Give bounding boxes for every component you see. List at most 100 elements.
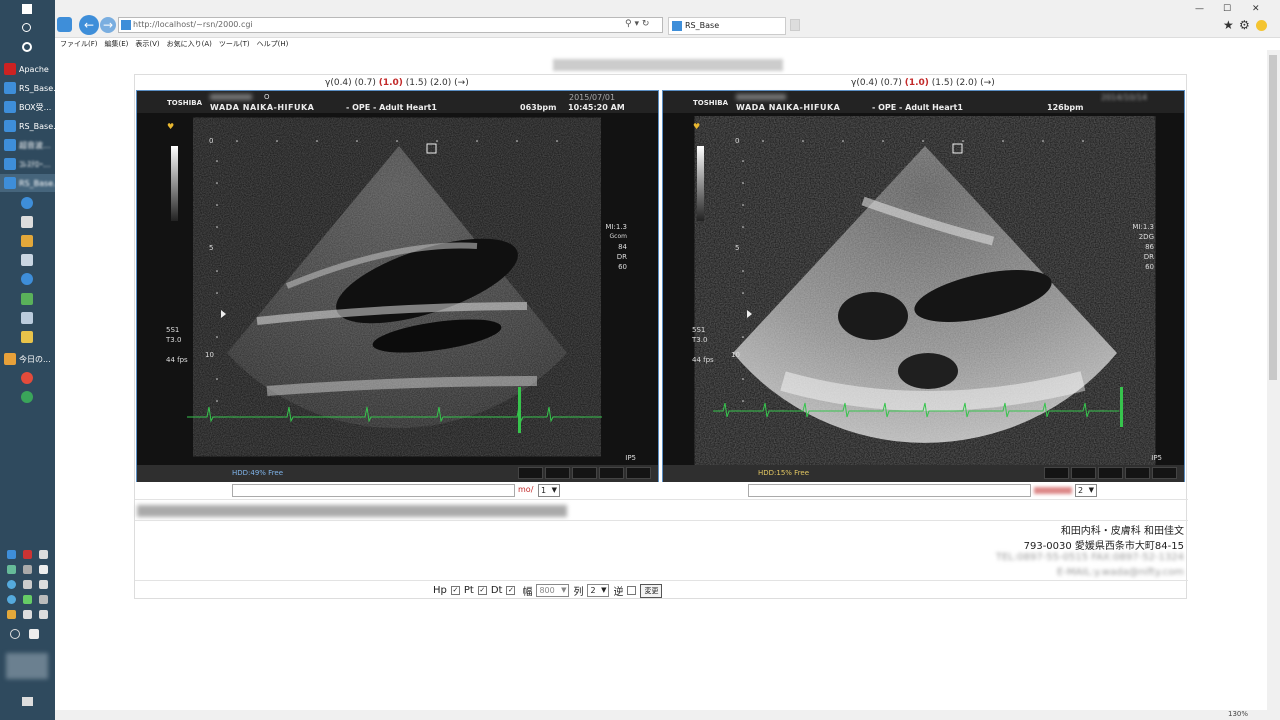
tray-app2-icon[interactable] [7, 565, 16, 574]
taskbar-button-ultrasound[interactable]: 超音波... [0, 136, 55, 154]
gear-icon[interactable]: ⚙ [1239, 18, 1250, 32]
ie-pinned-icon[interactable] [21, 197, 33, 209]
tray-app6-icon[interactable] [23, 580, 32, 589]
search-icon[interactable] [22, 23, 31, 32]
mode-label: - OPE - Adult Heart1 [872, 103, 963, 112]
menu-view[interactable]: 表示(V) [135, 39, 159, 49]
gamma-active[interactable]: (1.0) [379, 78, 403, 88]
menu-help[interactable]: ヘルプ(H) [257, 39, 289, 49]
frame-select-2[interactable]: 2 ▼ [1075, 484, 1097, 497]
tray-app11-icon[interactable] [7, 610, 16, 619]
change-button[interactable]: 変更 [640, 583, 663, 598]
address-bar[interactable]: http://localhost/~rsn/2000.cgi [118, 17, 663, 33]
display-controls: Hp ✓ Pt ✓ Dt ✓ 幅 800 ▼ 列 2 ▼ 逆 変更 [433, 583, 663, 598]
chrome-pinned-icon[interactable] [21, 372, 33, 384]
minimize-button[interactable]: — [1195, 4, 1204, 14]
excel-pinned-icon[interactable] [21, 293, 33, 305]
taskbar-button-rsbase-2[interactable]: RS_Base... [0, 117, 55, 135]
start-icon[interactable] [22, 4, 32, 14]
depth-label-0: 0 [209, 137, 214, 145]
page-content: γ(0.4) (0.7) (1.0) (1.5) (2.0) (→) TOSHI… [55, 50, 1267, 710]
echo-image-2[interactable]: TOSHIBA WADA NAIKA-HIFUKA - OPE - Adult … [662, 90, 1185, 482]
maximize-button[interactable]: ☐ [1223, 4, 1231, 14]
gamma-options[interactable]: (1.5) (2.0) (→) [929, 78, 995, 88]
echo-image-1[interactable]: TOSHIBA O WADA NAIKA-HIFUKA - OPE - Adul… [136, 90, 659, 482]
scrollbar-thumb[interactable] [1269, 55, 1277, 380]
gamma-options[interactable]: γ(0.4) (0.7) [851, 78, 905, 88]
time-label: 10:45:20 AM [568, 103, 625, 112]
update-pinned-icon[interactable] [21, 273, 33, 285]
comment-input-1[interactable] [232, 484, 515, 497]
chrome2-pinned-icon[interactable] [21, 391, 33, 403]
notification-icon[interactable] [22, 697, 33, 706]
tray-app-icon[interactable] [39, 550, 48, 559]
gamma-selector-1[interactable]: γ(0.4) (0.7) (1.0) (1.5) (2.0) (→) [325, 78, 469, 88]
clinic-label: WADA NAIKA-HIFUKA [736, 103, 841, 112]
taskbar-button-box[interactable]: BOX受... [0, 98, 55, 116]
frame-select-1[interactable]: 1 ▼ [538, 484, 560, 497]
tray-volume-icon[interactable] [39, 610, 48, 619]
tray-app8-icon[interactable] [7, 595, 16, 604]
gamma-options[interactable]: (1.5) (2.0) (→) [403, 78, 469, 88]
tray-app3-icon[interactable] [23, 565, 32, 574]
tray-ime-icon[interactable] [29, 629, 39, 639]
taskbar-button-rsbase-3[interactable]: RS_Base... [0, 174, 55, 192]
column-select[interactable]: 2 ▼ [587, 584, 610, 597]
menu-tools[interactable]: ツール(T) [219, 39, 250, 49]
folder-pinned-icon[interactable] [21, 331, 33, 343]
settings-pinned-icon[interactable] [21, 216, 33, 228]
probe-label: IP5 [625, 454, 636, 462]
app2-pinned-icon[interactable] [21, 312, 33, 324]
clock[interactable] [6, 653, 48, 679]
site-icon [121, 20, 131, 30]
width-select[interactable]: 800 ▼ [536, 584, 570, 597]
gamma-selector-2[interactable]: γ(0.4) (0.7) (1.0) (1.5) (2.0) (→) [851, 78, 995, 88]
vertical-scrollbar[interactable] [1267, 50, 1280, 710]
gamma-options[interactable]: γ(0.4) (0.7) [325, 78, 379, 88]
cortana-icon[interactable] [22, 42, 32, 52]
tray-app9-icon[interactable] [23, 595, 32, 604]
param-dr: 60 [1145, 263, 1154, 271]
taskbar-button-apache[interactable]: Apache [0, 60, 55, 78]
menu-bar: ファイル(F) 編集(E) 表示(V) お気に入り(A) ツール(T) ヘルプ(… [55, 38, 1280, 50]
back-button[interactable]: ← [79, 15, 99, 35]
taskbar: Apache RS_Base... BOX受... RS_Base... 超音波… [0, 0, 55, 720]
tray-close-icon[interactable] [10, 629, 20, 639]
smiley-icon[interactable] [1256, 20, 1267, 31]
param-mi: MI:1.3 [605, 223, 627, 231]
taskbar-button-rsbase-1[interactable]: RS_Base... [0, 79, 55, 97]
comment-input-2[interactable] [748, 484, 1031, 497]
tool-pinned-icon[interactable] [21, 254, 33, 266]
tray-security-icon[interactable] [23, 550, 32, 559]
new-tab-button[interactable] [790, 19, 800, 31]
page-header-blurred [553, 59, 783, 71]
hp-checkbox[interactable]: ✓ [450, 586, 460, 595]
pt-checkbox[interactable]: ✓ [477, 586, 487, 595]
hdd-status: HDD:15% Free [758, 469, 810, 477]
reverse-checkbox[interactable] [627, 586, 637, 595]
gamma-active[interactable]: (1.0) [905, 78, 929, 88]
tray-app10-icon[interactable] [39, 595, 48, 604]
width-label: 幅 [522, 587, 533, 598]
tray-app7-icon[interactable] [39, 580, 48, 589]
browser-window: ← → http://localhost/~rsn/2000.cgi ⚲ ▾ ↻… [55, 0, 1280, 720]
zoom-level[interactable]: 130% [1228, 710, 1248, 718]
taskbar-button-today[interactable]: 今日の... [0, 350, 55, 368]
app-pinned-icon[interactable] [21, 235, 33, 247]
menu-file[interactable]: ファイル(F) [60, 39, 98, 49]
tray-app4-icon[interactable] [39, 565, 48, 574]
tab-rsbase[interactable]: RS_Base [668, 17, 786, 35]
menu-favorites[interactable]: お気に入り(A) [167, 39, 212, 49]
search-icon[interactable]: ⚲ ▾ ↻ [625, 19, 649, 29]
close-button[interactable]: ✕ [1252, 4, 1260, 14]
tray-app5-icon[interactable] [7, 580, 16, 589]
dt-checkbox[interactable]: ✓ [506, 586, 516, 595]
forward-button[interactable]: → [100, 17, 116, 33]
grayscale-bar [697, 146, 704, 221]
menu-edit[interactable]: 編集(E) [105, 39, 129, 49]
ie-icon [4, 139, 16, 151]
tray-network-icon[interactable] [7, 550, 16, 559]
tray-display-icon[interactable] [23, 610, 32, 619]
taskbar-button-cholesterol[interactable]: ｺﾚｽﾃﾛｰ... [0, 155, 55, 173]
favorites-star-icon[interactable]: ★ [1223, 18, 1234, 32]
